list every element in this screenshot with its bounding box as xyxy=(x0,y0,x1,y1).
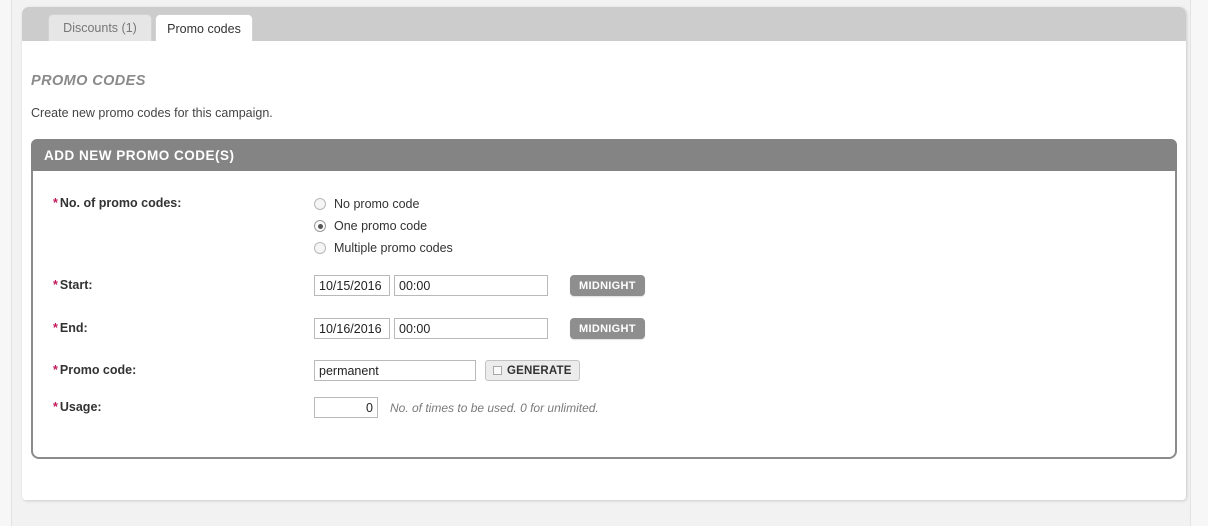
required-asterisk: * xyxy=(53,196,58,210)
radio-multiple-promo-codes-label: Multiple promo codes xyxy=(334,241,453,255)
radio-one-promo-code-label: One promo code xyxy=(334,219,428,233)
start-date-input[interactable] xyxy=(314,275,390,296)
start-midnight-button[interactable]: MIDNIGHT xyxy=(570,275,645,296)
usage-hint: No. of times to be used. 0 for unlimited… xyxy=(390,400,599,415)
required-asterisk: * xyxy=(53,363,58,377)
required-asterisk: * xyxy=(53,321,58,335)
end-date-input[interactable] xyxy=(314,318,390,339)
add-promo-codes-panel: ADD NEW PROMO CODE(S) * No. of promo code… xyxy=(31,139,1177,459)
page-gutter-left xyxy=(0,0,12,526)
label-promo-count-text: No. of promo codes: xyxy=(59,196,182,210)
tab-panel-body: PROMO CODES Create new promo codes for t… xyxy=(22,41,1186,500)
page-gutter-right xyxy=(1190,0,1208,526)
radio-no-promo-code-label: No promo code xyxy=(334,197,420,211)
label-promo-code: * Promo code: xyxy=(53,363,136,377)
generate-button[interactable]: GENERATE xyxy=(485,360,580,381)
page-subtitle: Create new promo codes for this campaign… xyxy=(31,106,273,120)
end-field-group: MIDNIGHT xyxy=(314,318,645,339)
label-end-text: End: xyxy=(59,321,88,335)
checkbox-icon xyxy=(493,366,502,375)
page-title: PROMO CODES xyxy=(31,73,146,89)
radio-one-promo-code[interactable]: One promo code xyxy=(314,215,453,237)
usage-field-group: No. of times to be used. 0 for unlimited… xyxy=(314,397,599,418)
radio-icon-unchecked xyxy=(314,198,326,210)
required-asterisk: * xyxy=(53,400,58,414)
panel-header: ADD NEW PROMO CODE(S) xyxy=(31,139,1177,171)
radio-icon-checked xyxy=(314,220,326,232)
label-start-text: Start: xyxy=(59,278,93,292)
tab-discounts[interactable]: Discounts (1) xyxy=(48,14,152,41)
end-midnight-button[interactable]: MIDNIGHT xyxy=(570,318,645,339)
tab-discounts-label: Discounts (1) xyxy=(63,21,137,35)
tab-strip: Discounts (1) Promo codes xyxy=(22,7,1186,42)
panel-header-label: ADD NEW PROMO CODE(S) xyxy=(44,147,235,163)
start-field-group: MIDNIGHT xyxy=(314,275,645,296)
radio-no-promo-code[interactable]: No promo code xyxy=(314,193,453,215)
tab-promo-codes[interactable]: Promo codes xyxy=(155,14,253,42)
tab-promo-codes-label: Promo codes xyxy=(167,21,241,36)
label-promo-code-text: Promo code: xyxy=(59,363,137,377)
label-end: * End: xyxy=(53,321,88,335)
end-time-input[interactable] xyxy=(394,318,548,339)
promo-code-field-group: GENERATE xyxy=(314,360,580,381)
label-usage-text: Usage: xyxy=(59,400,102,414)
panel-body: * No. of promo codes: No promo code One p… xyxy=(31,171,1177,459)
tab-card: Discounts (1) Promo codes PROMO CODES Cr… xyxy=(22,7,1186,500)
generate-button-label: GENERATE xyxy=(507,364,572,377)
label-promo-count: * No. of promo codes: xyxy=(53,196,181,210)
start-time-input[interactable] xyxy=(394,275,548,296)
page-background: Discounts (1) Promo codes PROMO CODES Cr… xyxy=(0,0,1208,526)
label-start: * Start: xyxy=(53,278,93,292)
radio-group-promo-count: No promo code One promo code Multiple pr… xyxy=(314,193,453,259)
radio-multiple-promo-codes[interactable]: Multiple promo codes xyxy=(314,237,453,259)
radio-icon-unchecked xyxy=(314,242,326,254)
label-usage: * Usage: xyxy=(53,400,102,414)
usage-input[interactable] xyxy=(314,397,378,418)
promo-code-input[interactable] xyxy=(314,360,476,381)
required-asterisk: * xyxy=(53,278,58,292)
